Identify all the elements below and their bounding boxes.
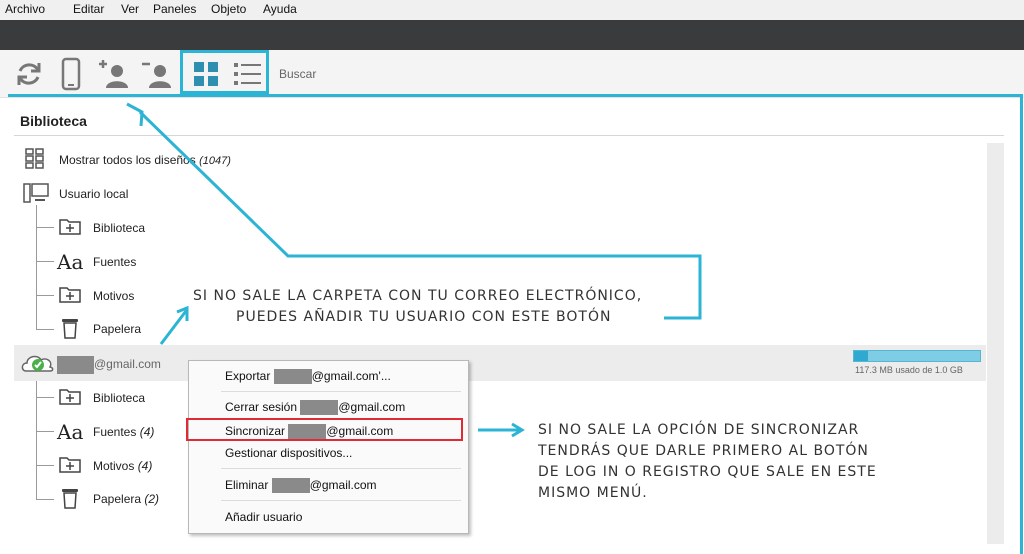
arrow-head-add-user [126, 102, 144, 127]
note-add-user-line1: SI NO SALE LA CARPETA CON TU CORREO ELEC… [193, 288, 643, 304]
note-sync-line1: SI NO SALE LA OPCIÓN DE SINCRONIZAR [538, 422, 860, 438]
arrow-to-account [159, 310, 188, 345]
note-sync-line4: MISMO MENÚ. [538, 485, 648, 501]
note-add-user-line2: PUEDES AÑADIR TU USUARIO CON ESTE BOTÓN [236, 309, 612, 325]
note-sync-line3: DE LOG IN O REGISTRO QUE SALE EN ESTE [538, 464, 877, 480]
note-sync-line2: TENDRÁS QUE DARLE PRIMERO AL BOTÓN [538, 443, 869, 459]
